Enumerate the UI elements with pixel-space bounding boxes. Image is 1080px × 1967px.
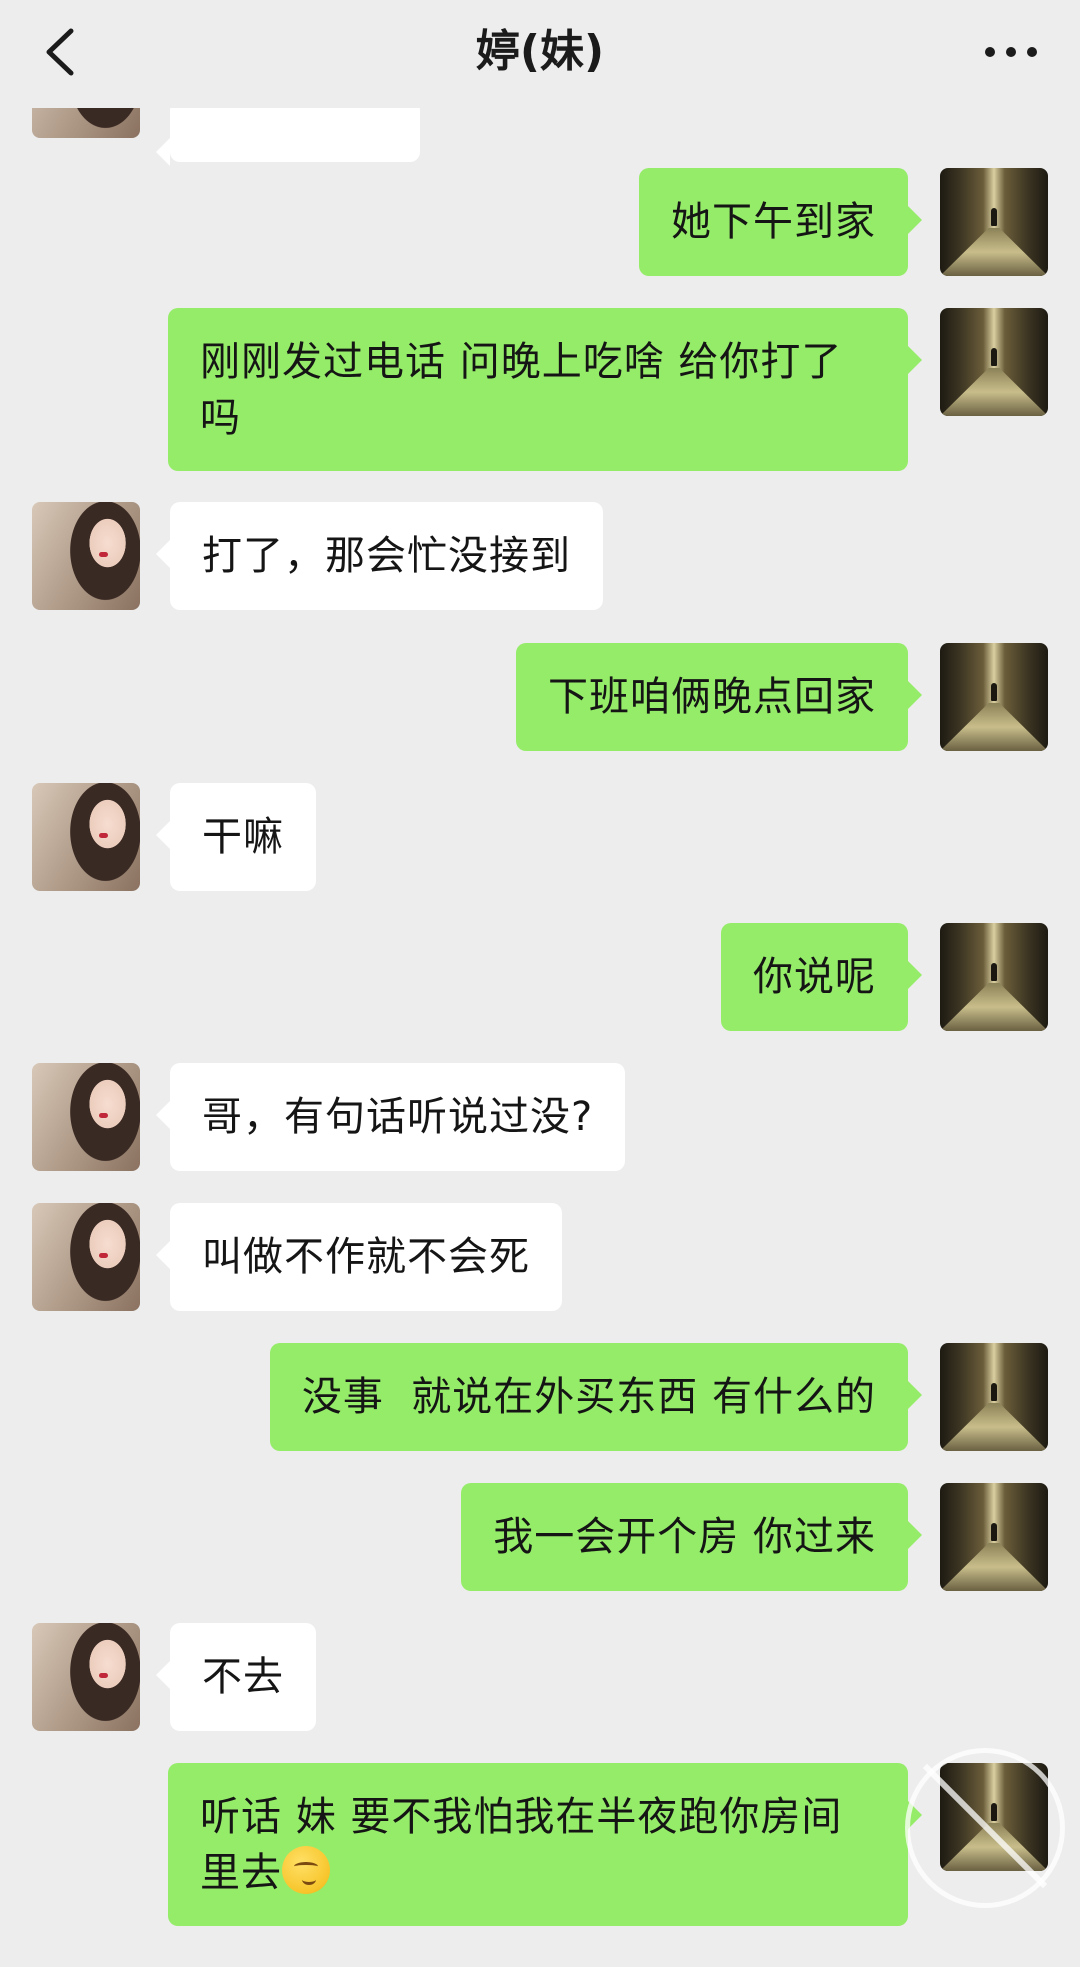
message-bubble-received[interactable]: 干嘛	[156, 783, 316, 891]
contact-avatar[interactable]	[32, 783, 140, 891]
my-avatar[interactable]	[940, 1763, 1048, 1871]
message-bubble-received[interactable]: 叫做不作就不会死	[156, 1203, 562, 1311]
message-bubble-sent[interactable]: 刚刚发过电话 问晚上吃啥 给你打了吗	[168, 308, 922, 471]
message-bubble-sent[interactable]: 没事 就说在外买东西 有什么的	[269, 1343, 923, 1451]
contact-avatar[interactable]	[32, 1623, 140, 1731]
message-bubble-received[interactable]: 不去	[156, 1623, 316, 1731]
chevron-left-icon	[46, 28, 74, 76]
contact-avatar[interactable]	[32, 1203, 140, 1311]
my-avatar[interactable]	[940, 643, 1048, 751]
message-text: 你说呢	[753, 954, 876, 1000]
more-dots-icon	[985, 47, 1037, 57]
chat-area: 她下午到家 刚刚发过电话 问晚上吃啥 给你打了吗 打了，那会忙没接到 下班咱俩晚…	[0, 0, 1080, 1967]
message-bubble-sent[interactable]: 我一会开个房 你过来	[461, 1483, 922, 1591]
contact-avatar[interactable]	[32, 1063, 140, 1171]
my-avatar[interactable]	[940, 308, 1048, 416]
message-bubble-received[interactable]: 哥，有句话听说过没?	[155, 1063, 626, 1171]
message-text: 干嘛	[202, 814, 284, 860]
message-bubble-sent[interactable]: 你说呢	[721, 923, 922, 1031]
message-bubble-sent[interactable]: 她下午到家	[639, 168, 922, 276]
message-text: 她下午到家	[671, 199, 876, 245]
message-text: 刚刚发过电话 问晚上吃啥 给你打了吗	[200, 339, 843, 441]
my-avatar[interactable]	[940, 923, 1048, 1031]
message-text: 下班咱俩晚点回家	[548, 674, 876, 720]
message-bubble-received[interactable]: 打了，那会忙没接到	[156, 502, 603, 610]
my-avatar[interactable]	[940, 1343, 1048, 1451]
more-button[interactable]	[976, 22, 1046, 82]
message-text: 哥，有句话听说过没?	[202, 1094, 594, 1140]
message-text: 没事 就说在外买东西 有什么的	[301, 1374, 876, 1420]
my-avatar[interactable]	[940, 1483, 1048, 1591]
message-bubble-partial[interactable]	[156, 100, 420, 166]
message-bubble-sent[interactable]: 听话 妹 要不我怕我在半夜跑你房间里去	[168, 1763, 922, 1926]
thinking-face-emoji	[282, 1846, 330, 1894]
chat-title: 婷(妹)	[475, 26, 605, 77]
message-text: 不去	[202, 1654, 284, 1700]
contact-avatar[interactable]	[32, 502, 140, 610]
message-bubble-sent[interactable]: 下班咱俩晚点回家	[516, 643, 922, 751]
message-text: 叫做不作就不会死	[202, 1234, 530, 1280]
navigation-bar: 婷(妹)	[0, 0, 1080, 108]
back-button[interactable]	[30, 22, 90, 82]
message-text: 我一会开个房 你过来	[493, 1514, 876, 1560]
message-text: 打了，那会忙没接到	[202, 533, 571, 579]
my-avatar[interactable]	[940, 168, 1048, 276]
